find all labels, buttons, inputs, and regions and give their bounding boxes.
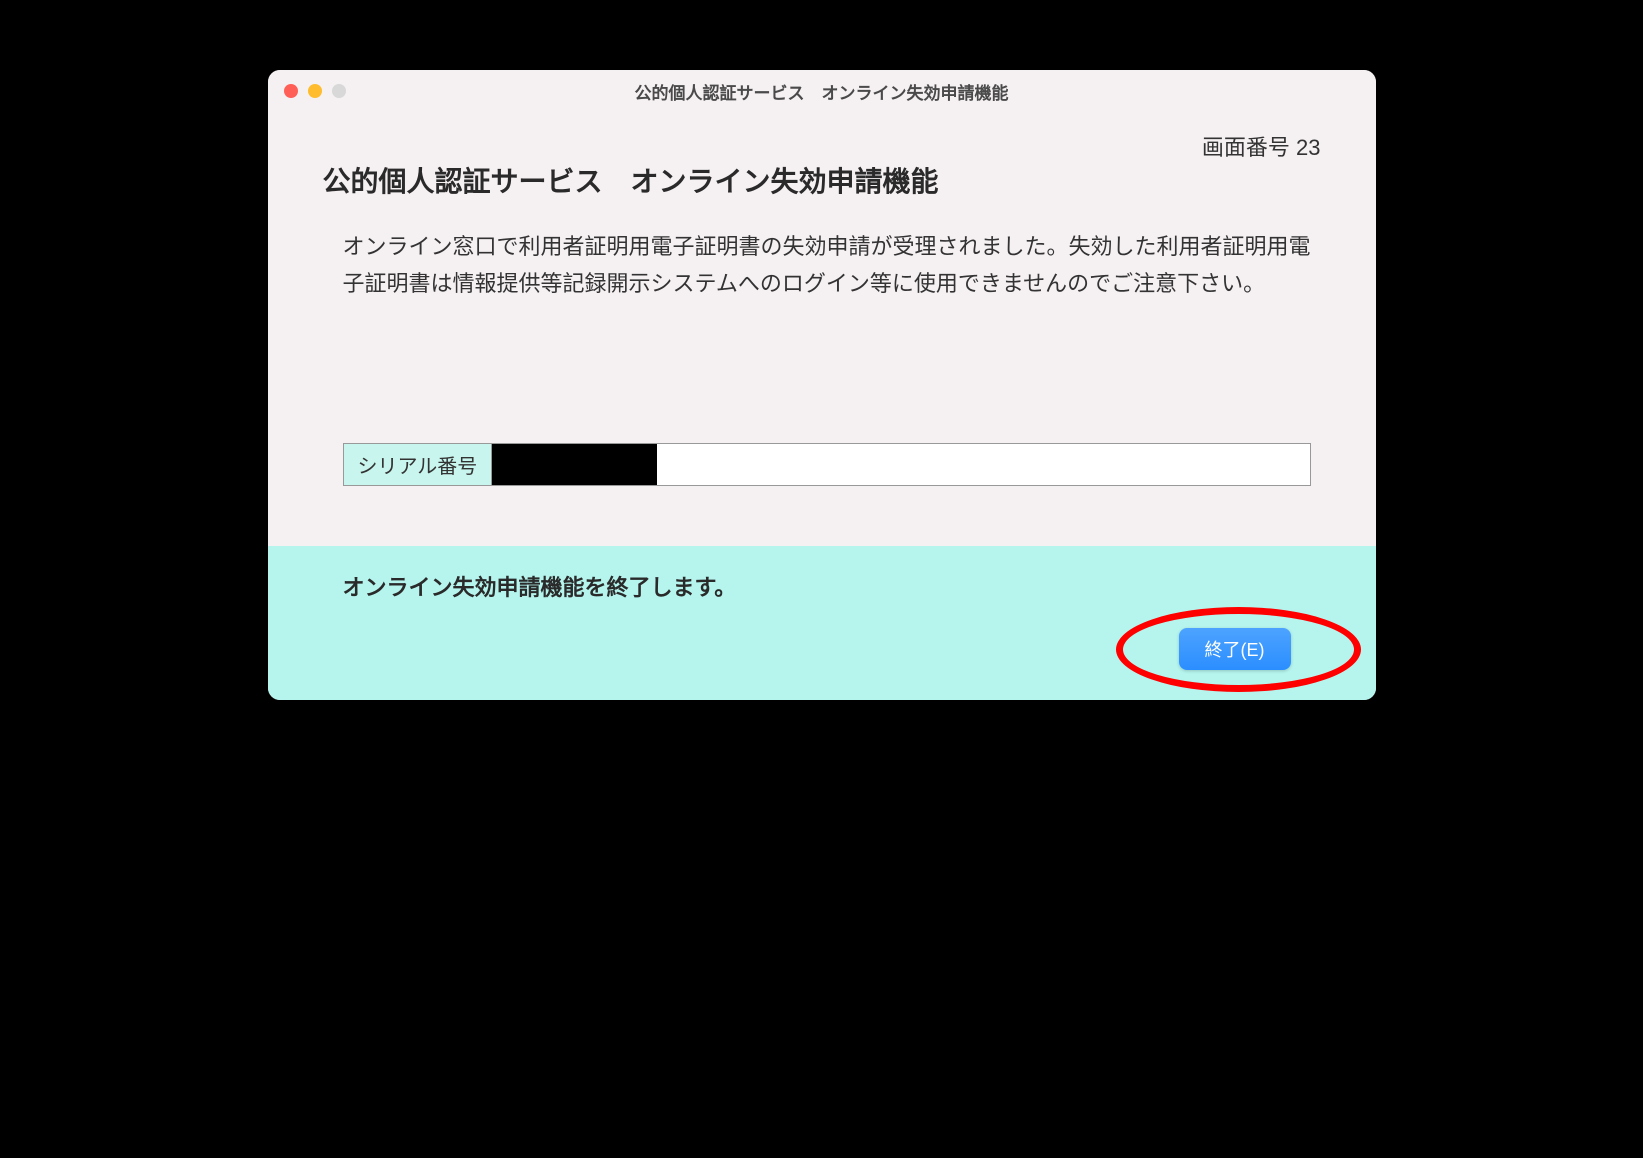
titlebar: 公的個人認証サービス オンライン失効申請機能 <box>268 70 1376 112</box>
traffic-lights <box>284 84 346 98</box>
serial-number-row: シリアル番号 <box>343 443 1311 486</box>
content-area: 画面番号 23 公的個人認証サービス オンライン失効申請機能 オンライン窓口で利… <box>268 112 1376 546</box>
info-message: オンライン窓口で利用者証明用電子証明書の失効申請が受理されました。失効した利用者… <box>323 228 1321 303</box>
footer-area: オンライン失効申請機能を終了します。 終了(E) <box>268 546 1376 700</box>
serial-number-value <box>657 444 1309 485</box>
footer-message: オンライン失効申請機能を終了します。 <box>323 570 1321 602</box>
application-window: 公的個人認証サービス オンライン失効申請機能 画面番号 23 公的個人認証サービ… <box>268 70 1376 700</box>
exit-button[interactable]: 終了(E) <box>1179 628 1291 670</box>
minimize-window-button[interactable] <box>308 84 322 98</box>
close-window-button[interactable] <box>284 84 298 98</box>
serial-number-label: シリアル番号 <box>344 444 493 485</box>
serial-number-redacted <box>492 444 657 485</box>
window-title: 公的個人認証サービス オンライン失効申請機能 <box>268 79 1376 104</box>
maximize-window-button <box>332 84 346 98</box>
page-heading: 公的個人認証サービス オンライン失効申請機能 <box>323 160 1321 200</box>
screen-number: 画面番号 23 <box>1202 130 1321 162</box>
button-area: 終了(E) <box>323 628 1321 670</box>
